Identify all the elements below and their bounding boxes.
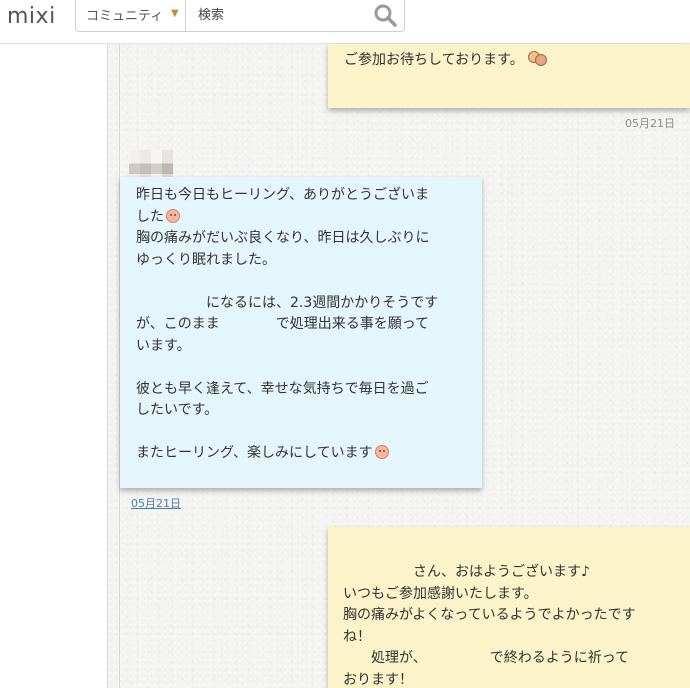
search-scope-label: コミュニティ [86,9,164,24]
message-paragraph: になるには、2.3週間かかりそうです が、このまま で処理出来る事を願って いま… [136,294,439,354]
faces-emoji-icon [527,51,548,67]
smile-emoji-icon [166,208,180,223]
message-bubble-user: 昨日も今日もヒーリング、ありがとうございま した 胸の痛みがだいぶ良くなり、昨日… [120,177,482,488]
message-bubble-reply: さん、おはようございます♪ いつもご参加感謝いたします。 胸の痛みがよくなってい… [328,527,690,688]
search-button[interactable] [372,2,400,28]
smile-emoji-icon [374,445,389,459]
search-bar: コミュニティ ▼ [75,0,405,32]
chevron-down-icon: ▼ [171,8,179,19]
message-paragraph: 彼とも早く逢えて、幸せな気持ちで毎日を過ご したいです。 [136,380,429,419]
search-input[interactable] [187,0,367,31]
search-icon [374,4,397,27]
search-scope-select[interactable]: コミュニティ ▼ [76,0,186,31]
message-paragraph: またヒーリング、楽しみにしています [136,445,373,461]
message-text: ご参加お待ちしております。 [344,52,524,68]
message-bubble-reply: ご参加お待ちしております。 [328,44,690,108]
message-paragraph: いつもご参加感謝いたします。 [343,585,538,602]
message-paragraph: 昨日も今日もヒーリング、ありがとうございま した [136,187,430,225]
left-column [0,44,108,688]
message-paragraph: さん、おはようございます♪ [343,564,590,580]
message-paragraph: 胸の痛みがだいぶ良くなり、昨日は久しぶりに ゆっくり眠れました。 [136,230,430,268]
message-date-link[interactable]: 05月21日 [131,495,181,511]
top-bar: mixi コミュニティ ▼ [0,0,690,44]
message-paragraph: 処理が、 で終わるように祈って おります！ [343,650,630,688]
message-paragraph: 胸の痛みがよくなっているようでよかったです ね！ [343,607,636,645]
message-date: 05月21日 [625,117,675,130]
mixi-logo[interactable]: mixi [7,4,56,29]
